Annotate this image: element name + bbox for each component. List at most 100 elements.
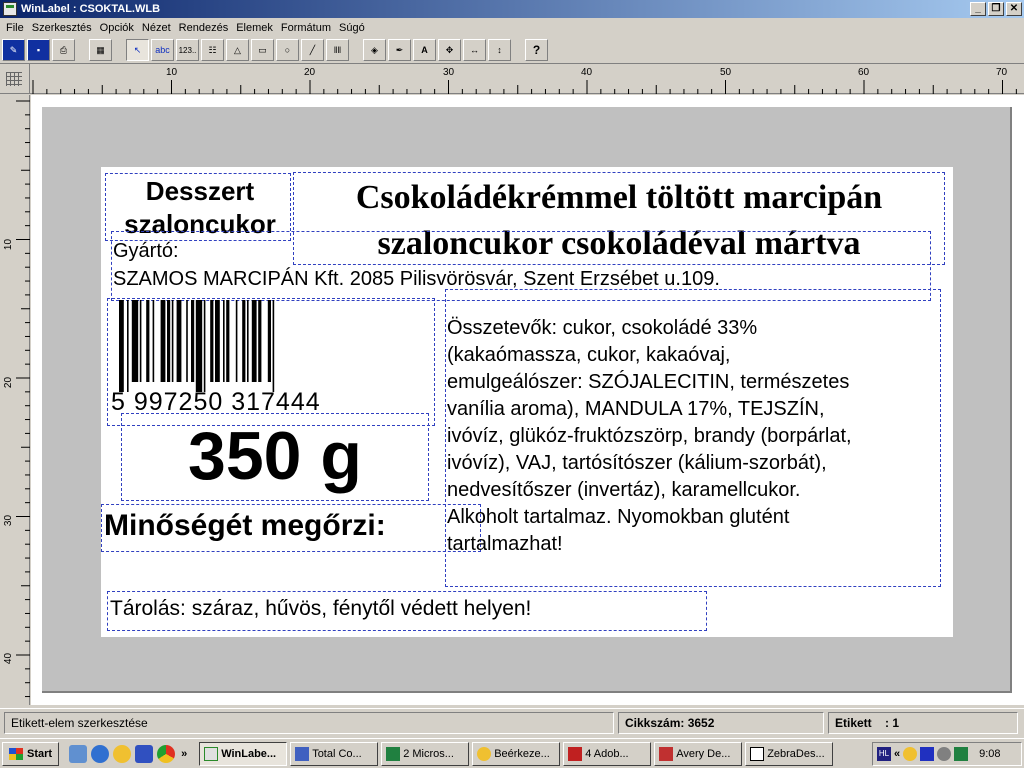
excel-icon bbox=[386, 746, 401, 761]
barcode-bar bbox=[127, 300, 129, 392]
menu-format[interactable]: Formátum bbox=[277, 22, 335, 34]
task-adobe[interactable]: 4 Adob... bbox=[563, 741, 652, 766]
label-sheet[interactable]: Desszert szaloncukor Csokoládékrémmel tö… bbox=[101, 167, 953, 637]
barcode-bar bbox=[247, 300, 249, 382]
barcode-bar bbox=[160, 300, 166, 382]
barcode-bar bbox=[267, 300, 271, 382]
ruler-label-50: 50 bbox=[720, 67, 732, 78]
barcode-tool-icon[interactable]: ‖‖ bbox=[326, 39, 349, 61]
fill-icon[interactable]: ◈ bbox=[363, 39, 386, 61]
horizontal-ruler: 10 20 30 40 50 60 70 bbox=[30, 64, 1024, 94]
barcode-image bbox=[119, 300, 275, 392]
task-inbox[interactable]: Beérkeze... bbox=[472, 741, 561, 766]
counter-tool-icon[interactable]: 123.. bbox=[176, 39, 199, 61]
status-bar: Etikett-elem szerkesztése Cikkszám: 3652… bbox=[0, 708, 1024, 736]
ingredients-line-3: emulgeálószer: SZÓJALECITIN, természetes bbox=[447, 371, 850, 393]
tray-volume-icon[interactable] bbox=[937, 747, 952, 761]
print-icon[interactable]: ⎙ bbox=[52, 39, 75, 61]
task-total-commander[interactable]: Total Co... bbox=[290, 741, 379, 766]
list-tool-icon[interactable]: ☷ bbox=[201, 39, 224, 61]
task-zebra[interactable]: ZebraDes... bbox=[745, 741, 834, 766]
menu-options[interactable]: Opciók bbox=[96, 22, 138, 34]
avery-icon bbox=[659, 746, 674, 761]
start-button[interactable]: Start bbox=[2, 741, 60, 766]
menu-file[interactable]: File bbox=[2, 22, 28, 34]
task-winlabel[interactable]: WinLabe... bbox=[199, 741, 288, 766]
system-tray: HL « 9:08 bbox=[872, 742, 1022, 766]
windows-logo-icon bbox=[9, 747, 23, 760]
menu-view[interactable]: Nézet bbox=[138, 22, 175, 34]
menu-help[interactable]: Súgó bbox=[335, 22, 369, 34]
ruler-corner[interactable] bbox=[0, 64, 30, 94]
menu-elements[interactable]: Elemek bbox=[232, 22, 277, 34]
best-before-text: Minőségét megőrzi: bbox=[104, 509, 386, 542]
pen-icon[interactable]: ✒ bbox=[388, 39, 411, 61]
grid-view-icon[interactable]: ▦ bbox=[89, 39, 112, 61]
ellipse-tool-icon[interactable]: ○ bbox=[276, 39, 299, 61]
barcode-bar bbox=[215, 300, 220, 382]
status-mode: Etikett-elem szerkesztése bbox=[4, 711, 614, 734]
weight-text: 350 g bbox=[188, 418, 362, 494]
save-file-icon[interactable]: ▪ bbox=[27, 39, 50, 61]
internet-explorer-icon[interactable] bbox=[91, 744, 110, 763]
task-inbox-label: Beérkeze... bbox=[494, 747, 550, 760]
barcode-bar bbox=[139, 300, 142, 382]
line-tool-icon[interactable]: ╱ bbox=[301, 39, 324, 61]
restore-button[interactable]: ❐ bbox=[988, 2, 1004, 16]
tray-clock-app-icon[interactable] bbox=[903, 747, 918, 761]
select-pointer-icon[interactable]: ↖ bbox=[126, 39, 149, 61]
taskbar: Start » WinLabe... Total Co... 2 Micros.… bbox=[0, 738, 1024, 768]
ingredients-line-7: nedvesítőszer (invertáz), karamellcukor. bbox=[447, 479, 801, 501]
close-button[interactable]: ✕ bbox=[1006, 2, 1022, 16]
ingredients-line-5: ivóvíz, glükóz-fruktózszörp, brandy (bor… bbox=[447, 425, 852, 447]
stretch-vertical-icon[interactable]: ↕ bbox=[488, 39, 511, 61]
manufacturer-text: Gyártó: SZAMOS MARCIPÁN Kft. 2085 Pilisv… bbox=[113, 237, 720, 293]
text-tool-icon[interactable]: abc bbox=[151, 39, 174, 61]
toolbar: ✎ ▪ ⎙ ▦ ↖ abc 123.. ☷ △ ▭ ○ ╱ ‖‖ ◈ ✒ A ✥… bbox=[0, 37, 1024, 64]
manufacturer-label: Gyártó: bbox=[113, 240, 179, 262]
media-play-icon[interactable] bbox=[920, 747, 935, 761]
tray-expand-icon[interactable]: « bbox=[894, 748, 900, 760]
stretch-horizontal-icon[interactable]: ↔ bbox=[463, 39, 486, 61]
winlabel-icon bbox=[204, 746, 219, 761]
menu-edit[interactable]: Szerkesztés bbox=[28, 22, 96, 34]
barcode-bar bbox=[167, 300, 171, 382]
ruler-label-v20: 20 bbox=[3, 376, 15, 389]
design-canvas[interactable]: Desszert szaloncukor Csokoládékrémmel tö… bbox=[31, 95, 1024, 705]
clock-app-icon[interactable] bbox=[113, 744, 132, 763]
quick-launch-chevron[interactable]: » bbox=[181, 748, 187, 760]
menu-arrange[interactable]: Rendezés bbox=[175, 22, 233, 34]
task-avery[interactable]: Avery De... bbox=[654, 741, 743, 766]
font-icon[interactable]: A bbox=[413, 39, 436, 61]
zebra-icon bbox=[750, 746, 765, 761]
product-type-line-1: Desszert bbox=[145, 176, 255, 206]
task-avery-label: Avery De... bbox=[676, 747, 731, 760]
new-file-icon[interactable]: ✎ bbox=[2, 39, 25, 61]
ingredients-line-2: (kakaómassza, cukor, kakaóvaj, bbox=[447, 344, 731, 366]
winlabel-app-icon[interactable] bbox=[3, 2, 17, 16]
ingredients-line-9: tartalmazhat! bbox=[447, 533, 563, 555]
ingredients-line-4: vanília aroma), MANDULA 17%, TEJSZÍN, bbox=[447, 398, 825, 420]
floppy-icon[interactable] bbox=[135, 744, 154, 763]
outlook-express-icon[interactable] bbox=[69, 744, 88, 763]
move-icon[interactable]: ✥ bbox=[438, 39, 461, 61]
ingredients-line-6: ivóvíz), VAJ, tartósítószer (kálium-szor… bbox=[447, 452, 827, 474]
task-adobe-label: 4 Adob... bbox=[585, 747, 629, 760]
total-commander-icon bbox=[295, 746, 310, 761]
help-icon[interactable]: ? bbox=[525, 39, 548, 61]
rectangle-tool-icon[interactable]: ▭ bbox=[251, 39, 274, 61]
barcode-bar bbox=[131, 300, 139, 382]
task-winlabel-label: WinLabe... bbox=[221, 747, 277, 760]
chrome-icon[interactable] bbox=[157, 744, 176, 763]
barcode-bar bbox=[251, 300, 257, 382]
task-excel[interactable]: 2 Micros... bbox=[381, 741, 470, 766]
vertical-ruler: 10 20 30 40 bbox=[0, 95, 30, 705]
polygon-tool-icon[interactable]: △ bbox=[226, 39, 249, 61]
status-label-number: Etikett : 1 bbox=[828, 711, 1018, 734]
hl-tray-icon[interactable]: HL bbox=[877, 747, 891, 761]
grid-icon bbox=[6, 72, 22, 86]
status-item-number: Cikkszám: 3652 bbox=[618, 711, 824, 734]
minimize-button[interactable]: _ bbox=[970, 2, 986, 16]
tray-vc-icon[interactable] bbox=[954, 747, 969, 761]
barcode-bar bbox=[119, 300, 124, 392]
